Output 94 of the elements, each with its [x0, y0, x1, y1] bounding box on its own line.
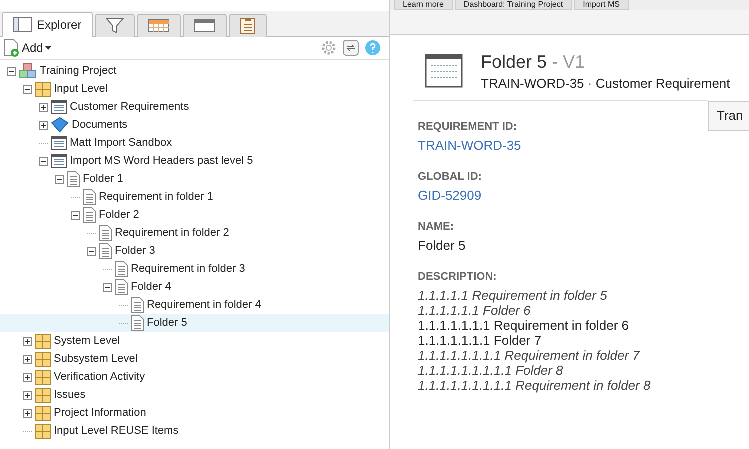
grid-icon	[35, 406, 51, 420]
tree-item[interactable]: Folder 4	[0, 278, 389, 296]
document-icon	[115, 279, 128, 295]
tree-item[interactable]: Folder 5	[0, 314, 389, 332]
panel-tab[interactable]	[228, 14, 267, 37]
tree-item[interactable]: Requirement in folder 4	[0, 296, 389, 314]
new-document-icon	[4, 39, 20, 57]
collapse-icon[interactable]	[23, 84, 32, 94]
document-icon	[83, 189, 96, 205]
field-link[interactable]: TRAIN-WORD-35	[418, 138, 522, 153]
field-label: GLOBAL ID:	[418, 171, 483, 183]
collapse-icon[interactable]	[7, 66, 16, 76]
window-icon	[194, 19, 216, 33]
tree-item[interactable]: Verification Activity	[0, 368, 389, 386]
expand-icon[interactable]	[23, 336, 32, 346]
expand-icon[interactable]	[23, 408, 32, 418]
description-line: 1.1.1.1.1.1.1.1.1 Folder 8	[418, 363, 564, 378]
field-label: NAME:	[418, 221, 456, 233]
grid-icon	[35, 424, 51, 438]
document-icon	[83, 207, 96, 223]
item-id: TRAIN-WORD-35	[481, 76, 584, 90]
field-label: REQUIREMENT ID:	[418, 121, 518, 133]
expand-icon[interactable]	[23, 390, 32, 400]
collapse-icon[interactable]	[103, 282, 112, 292]
panel-tab[interactable]	[136, 14, 181, 37]
document-icon	[99, 243, 112, 259]
tree-item[interactable]: Import MS Word Headers past level 5	[0, 152, 389, 170]
panel-tab[interactable]	[94, 14, 135, 37]
grid-icon	[35, 334, 51, 348]
list-icon	[51, 154, 67, 168]
add-button[interactable]: Add	[4, 39, 52, 57]
version-label: - V1	[552, 52, 586, 72]
tree-item[interactable]: Documents	[0, 116, 389, 134]
tree-item[interactable]: Requirement in folder 2	[0, 224, 389, 242]
field-link[interactable]: GID-52909	[418, 188, 482, 203]
filter-icon	[106, 18, 124, 34]
item-title: Folder 5	[481, 52, 548, 72]
diamond-icon	[51, 117, 69, 133]
window-icon	[13, 17, 33, 33]
collapse-icon[interactable]	[39, 156, 48, 166]
panel-tab[interactable]	[182, 14, 227, 37]
document-icon	[67, 171, 80, 187]
tree-item[interactable]: Customer Requirements	[0, 98, 389, 116]
panel-tab[interactable]: Explorer	[2, 12, 93, 37]
document-tab[interactable]: Import MS	[574, 0, 629, 10]
list-icon	[425, 54, 463, 88]
document-icon	[115, 261, 128, 277]
tree-item[interactable]: Folder 2	[0, 206, 389, 224]
field-value: Folder 5	[418, 238, 467, 253]
refresh-icon[interactable]	[343, 40, 359, 56]
expand-icon[interactable]	[23, 372, 32, 382]
calendar-icon	[148, 19, 170, 33]
field-label: DESCRIPTION:	[418, 271, 498, 283]
tree-item[interactable]: Requirement in folder 3	[0, 260, 389, 278]
clipboard-icon	[240, 17, 256, 35]
list-icon	[51, 100, 67, 114]
separator: ·	[588, 76, 592, 90]
collapse-icon[interactable]	[87, 246, 96, 256]
document-icon	[131, 315, 144, 331]
tree-item[interactable]: Issues	[0, 386, 389, 404]
tree-item[interactable]: Training Project	[0, 62, 389, 80]
document-icon	[99, 225, 112, 241]
expand-icon[interactable]	[39, 102, 48, 112]
collapse-icon[interactable]	[55, 174, 64, 184]
side-tab[interactable]: Tran	[708, 101, 749, 131]
tree-item[interactable]: Input Level REUSE Items	[0, 422, 389, 440]
description-line: 1.1.1.1.1.1.1.1 Requirement in folder 7	[418, 348, 642, 363]
caret-icon	[45, 46, 52, 50]
document-tab[interactable]: Dashboard: Training Project	[454, 0, 572, 10]
tree-item[interactable]: Folder 3	[0, 242, 389, 260]
grid-icon	[35, 388, 51, 402]
tree-item[interactable]: Project Information	[0, 404, 389, 422]
tree-item[interactable]: Folder 1	[0, 170, 389, 188]
grid-icon	[35, 82, 51, 96]
tree-item[interactable]: Matt Import Sandbox	[0, 134, 389, 152]
item-type: Customer Requirement	[596, 76, 730, 90]
expand-icon[interactable]	[39, 120, 48, 130]
grid-icon	[35, 370, 51, 384]
document-tab[interactable]: Learn more	[394, 0, 453, 10]
list-icon	[51, 136, 67, 150]
document-icon	[131, 297, 144, 313]
tree-item[interactable]: Input Level	[0, 80, 389, 98]
description-line: 1.1.1.1.1 Requirement in folder 5	[418, 288, 608, 303]
description-line: 1.1.1.1.1.1 Folder 6	[418, 303, 532, 318]
grid-icon	[35, 352, 51, 366]
blocks-icon	[19, 63, 37, 79]
tree-item[interactable]: Subsystem Level	[0, 350, 389, 368]
description-line: 1.1.1.1.1.1.1 Requirement in folder 6	[418, 318, 630, 333]
collapse-icon[interactable]	[71, 210, 80, 220]
description-line: 1.1.1.1.1.1.1 Folder 7	[418, 333, 543, 348]
tree-item[interactable]: System Level	[0, 332, 389, 350]
expand-icon[interactable]	[23, 354, 32, 364]
tree-item[interactable]: Requirement in folder 1	[0, 188, 389, 206]
description-line: 1.1.1.1.1.1.1.1.1 Requirement in folder 8	[418, 378, 652, 393]
